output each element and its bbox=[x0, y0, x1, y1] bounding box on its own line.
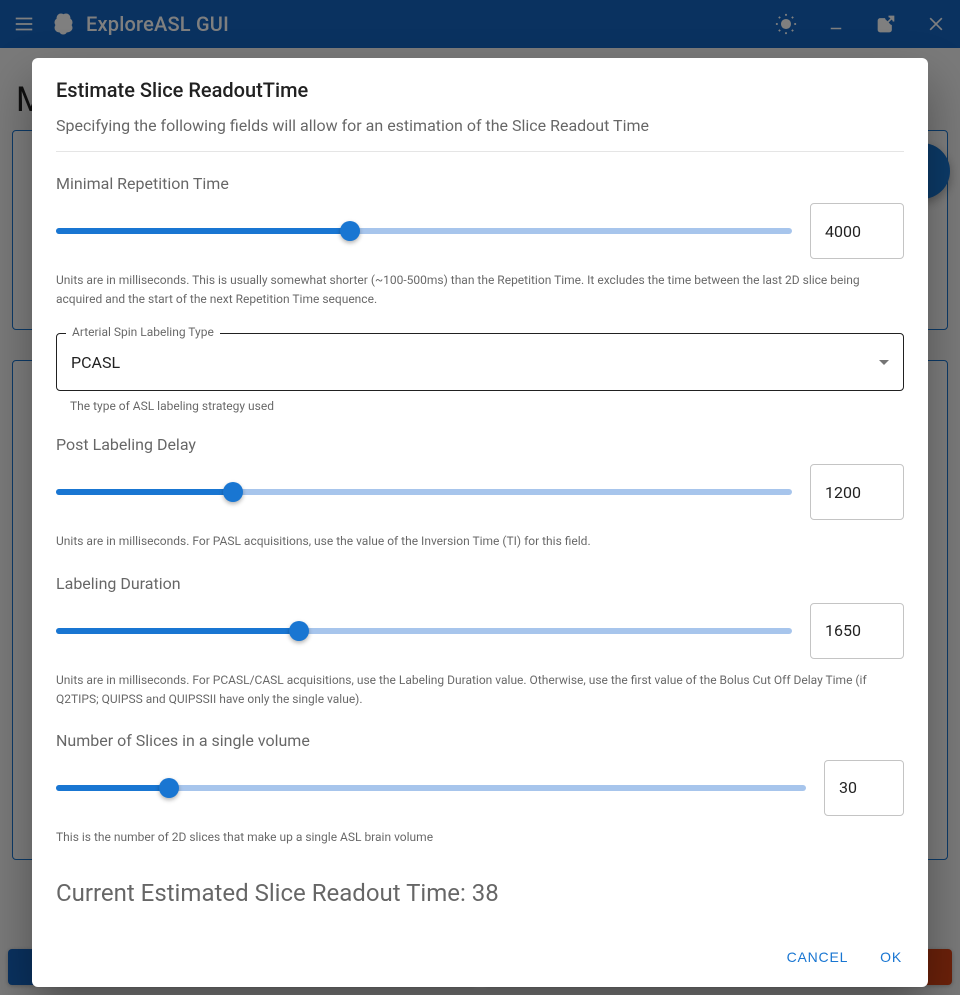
pld-help: Units are in milliseconds. For PASL acqu… bbox=[56, 532, 904, 551]
slider-thumb-icon[interactable] bbox=[223, 482, 243, 502]
result-line: Current Estimated Slice Readout Time: 38 bbox=[56, 879, 904, 907]
field-labeling-duration: Labeling Duration 1650 Units are in mill… bbox=[56, 574, 904, 709]
dialog-title: Estimate Slice ReadoutTime bbox=[56, 78, 904, 102]
field-nslices: Number of Slices in a single volume 30 T… bbox=[56, 731, 904, 847]
nslices-help: This is the number of 2D slices that mak… bbox=[56, 828, 904, 847]
min-tr-label: Minimal Repetition Time bbox=[56, 174, 904, 193]
asl-type-help: The type of ASL labeling strategy used bbox=[70, 399, 904, 413]
min-tr-input[interactable]: 4000 bbox=[810, 203, 904, 259]
dialog-subtitle: Specifying the following fields will all… bbox=[56, 116, 904, 152]
nslices-slider[interactable] bbox=[56, 774, 806, 802]
labdur-input[interactable]: 1650 bbox=[810, 603, 904, 659]
field-asl-type: Arterial Spin Labeling Type PCASL The ty… bbox=[56, 333, 904, 413]
result-prefix: Current Estimated Slice Readout Time: bbox=[56, 879, 472, 907]
estimate-dialog: Estimate Slice ReadoutTime Specifying th… bbox=[32, 58, 928, 987]
result-value: 38 bbox=[472, 879, 499, 907]
labdur-help: Units are in milliseconds. For PCASL/CAS… bbox=[56, 671, 904, 709]
ok-button[interactable]: OK bbox=[878, 943, 904, 971]
field-post-labeling-delay: Post Labeling Delay 1200 Units are in mi… bbox=[56, 435, 904, 551]
pld-label: Post Labeling Delay bbox=[56, 435, 904, 454]
min-tr-help: Units are in milliseconds. This is usual… bbox=[56, 271, 904, 309]
asl-type-label: Arterial Spin Labeling Type bbox=[66, 325, 220, 339]
cancel-button[interactable]: CANCEL bbox=[785, 943, 851, 971]
nslices-label: Number of Slices in a single volume bbox=[56, 731, 904, 750]
field-min-repetition-time: Minimal Repetition Time 4000 Units are i… bbox=[56, 174, 904, 309]
chevron-down-icon bbox=[879, 360, 889, 365]
asl-type-select[interactable]: PCASL bbox=[56, 333, 904, 391]
pld-input[interactable]: 1200 bbox=[810, 464, 904, 520]
slider-thumb-icon[interactable] bbox=[340, 221, 360, 241]
dialog-actions: CANCEL OK bbox=[56, 943, 904, 971]
slider-thumb-icon[interactable] bbox=[289, 621, 309, 641]
pld-slider[interactable] bbox=[56, 478, 792, 506]
labdur-label: Labeling Duration bbox=[56, 574, 904, 593]
nslices-input[interactable]: 30 bbox=[824, 760, 904, 816]
min-tr-slider[interactable] bbox=[56, 217, 792, 245]
slider-thumb-icon[interactable] bbox=[159, 778, 179, 798]
asl-type-value: PCASL bbox=[71, 353, 120, 372]
labdur-slider[interactable] bbox=[56, 617, 792, 645]
modal-backdrop: Estimate Slice ReadoutTime Specifying th… bbox=[0, 0, 960, 995]
